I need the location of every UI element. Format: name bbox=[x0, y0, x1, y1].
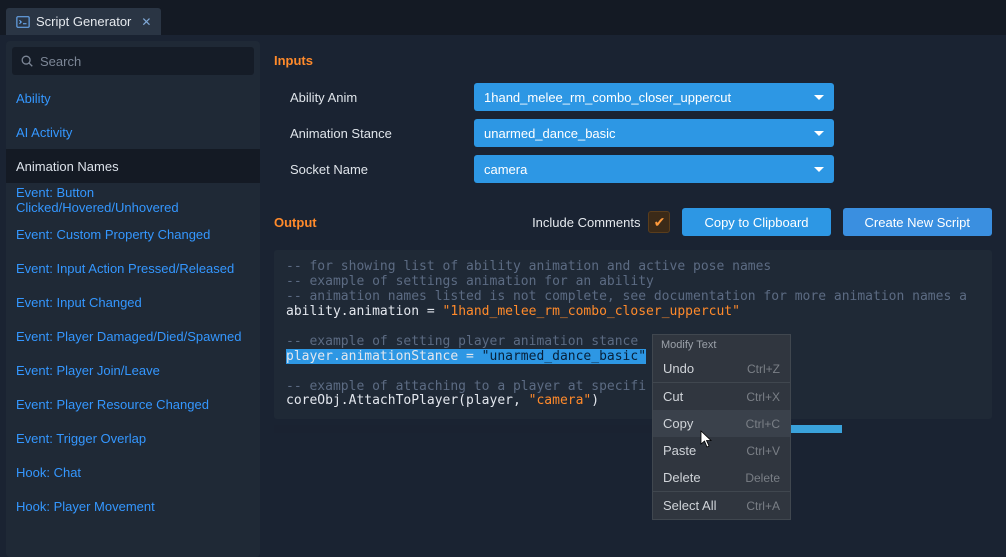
sidebar-item-1[interactable]: AI Activity bbox=[6, 115, 260, 149]
output-header-label: Output bbox=[274, 215, 317, 230]
tab-title: Script Generator bbox=[36, 14, 131, 29]
code-string: "camera" bbox=[529, 393, 592, 408]
copy-to-clipboard-button[interactable]: Copy to Clipboard bbox=[682, 208, 830, 236]
create-new-script-button[interactable]: Create New Script bbox=[843, 208, 992, 236]
code-text: coreObj.AttachToPlayer(player, bbox=[286, 393, 529, 408]
field-label: Socket Name bbox=[274, 162, 474, 177]
field-label: Ability Anim bbox=[274, 90, 474, 105]
ctx-select-all[interactable]: Select AllCtrl+A bbox=[653, 492, 790, 519]
ctx-copy[interactable]: CopyCtrl+C bbox=[653, 410, 790, 437]
field-label: Animation Stance bbox=[274, 126, 474, 141]
dropdown-value: 1hand_melee_rm_combo_closer_uppercut bbox=[484, 90, 731, 105]
chevron-down-icon bbox=[814, 167, 824, 172]
scrollbar-thumb[interactable] bbox=[786, 425, 842, 433]
dropdown-ability-anim[interactable]: 1hand_melee_rm_combo_closer_uppercut bbox=[474, 83, 834, 111]
ctx-paste[interactable]: PasteCtrl+V bbox=[653, 437, 790, 464]
dropdown-value: camera bbox=[484, 162, 527, 177]
field-animation-stance: Animation Stance unarmed_dance_basic bbox=[274, 118, 992, 148]
sidebar-item-9[interactable]: Event: Player Resource Changed bbox=[6, 387, 260, 421]
tab-script-generator[interactable]: Script Generator ✕ bbox=[6, 8, 161, 35]
close-icon[interactable]: ✕ bbox=[141, 15, 151, 29]
sidebar-item-11[interactable]: Hook: Chat bbox=[6, 455, 260, 489]
code-string: "1hand_melee_rm_combo_closer_uppercut" bbox=[443, 304, 740, 319]
dropdown-socket-name[interactable]: camera bbox=[474, 155, 834, 183]
sidebar-item-10[interactable]: Event: Trigger Overlap bbox=[6, 421, 260, 455]
code-comment: -- example of settings animation for an … bbox=[286, 274, 654, 289]
search-input[interactable] bbox=[40, 54, 246, 69]
ctx-delete[interactable]: DeleteDelete bbox=[653, 464, 790, 491]
sidebar-item-5[interactable]: Event: Input Action Pressed/Released bbox=[6, 251, 260, 285]
include-comments-label: Include Comments bbox=[532, 215, 640, 230]
sidebar-item-12[interactable]: Hook: Player Movement bbox=[6, 489, 260, 523]
sidebar-list: AbilityAI ActivityAnimation NamesEvent: … bbox=[6, 81, 260, 557]
code-selection: player.animationStance = "unarmed_dance_… bbox=[286, 349, 646, 364]
sidebar-item-0[interactable]: Ability bbox=[6, 81, 260, 115]
ctx-cut[interactable]: CutCtrl+X bbox=[653, 383, 790, 410]
code-comment: -- for showing list of ability animation… bbox=[286, 259, 771, 274]
field-socket-name: Socket Name camera bbox=[274, 154, 992, 184]
script-icon bbox=[16, 15, 30, 29]
ctx-undo[interactable]: UndoCtrl+Z bbox=[653, 355, 790, 382]
include-comments-checkbox[interactable]: ✔ bbox=[648, 211, 670, 233]
sidebar: AbilityAI ActivityAnimation NamesEvent: … bbox=[6, 41, 260, 557]
search-icon bbox=[20, 54, 34, 68]
search-box[interactable] bbox=[12, 47, 254, 75]
sidebar-item-6[interactable]: Event: Input Changed bbox=[6, 285, 260, 319]
panel: Inputs Ability Anim 1hand_melee_rm_combo… bbox=[260, 41, 1006, 557]
context-menu-title: Modify Text bbox=[653, 335, 790, 355]
sidebar-item-4[interactable]: Event: Custom Property Changed bbox=[6, 217, 260, 251]
context-menu: Modify Text UndoCtrl+Z CutCtrl+X CopyCtr… bbox=[652, 334, 791, 520]
code-comment: -- example of attaching to a player at s… bbox=[286, 379, 646, 394]
code-output[interactable]: -- for showing list of ability animation… bbox=[274, 250, 992, 419]
main: AbilityAI ActivityAnimation NamesEvent: … bbox=[0, 35, 1006, 557]
field-ability-anim: Ability Anim 1hand_melee_rm_combo_closer… bbox=[274, 82, 992, 112]
inputs-header: Inputs bbox=[274, 53, 992, 68]
sidebar-item-8[interactable]: Event: Player Join/Leave bbox=[6, 353, 260, 387]
sidebar-item-3[interactable]: Event: Button Clicked/Hovered/Unhovered bbox=[6, 183, 260, 217]
titlebar: Script Generator ✕ bbox=[0, 0, 1006, 35]
dropdown-animation-stance[interactable]: unarmed_dance_basic bbox=[474, 119, 834, 147]
sidebar-item-7[interactable]: Event: Player Damaged/Died/Spawned bbox=[6, 319, 260, 353]
code-comment: -- example of setting player animation s… bbox=[286, 334, 638, 349]
chevron-down-icon bbox=[814, 131, 824, 136]
code-text: ability.animation = bbox=[286, 304, 443, 319]
code-comment: -- animation names listed is not complet… bbox=[286, 289, 967, 304]
dropdown-value: unarmed_dance_basic bbox=[484, 126, 616, 141]
sidebar-item-2[interactable]: Animation Names bbox=[6, 149, 260, 183]
output-header: Output Include Comments ✔ Copy to Clipbo… bbox=[274, 208, 992, 236]
code-text: ) bbox=[591, 393, 599, 408]
chevron-down-icon bbox=[814, 95, 824, 100]
include-comments-wrap: Include Comments ✔ bbox=[532, 211, 670, 233]
